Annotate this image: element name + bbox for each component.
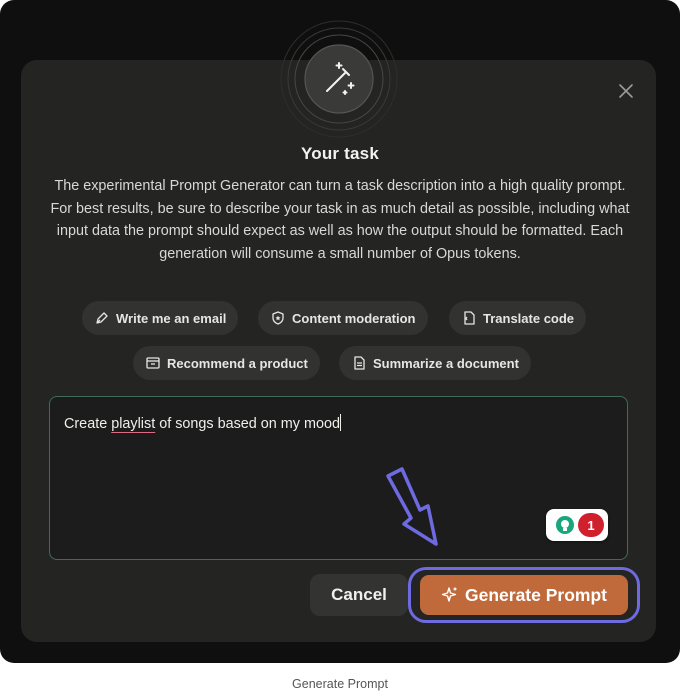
close-icon (619, 84, 633, 98)
grammarly-icon (556, 516, 574, 534)
code-file-icon (464, 311, 475, 325)
text-caret (340, 414, 341, 431)
magic-wand-icon (280, 20, 398, 138)
suggestion-label: Translate code (483, 310, 575, 326)
suggestion-recommend-product[interactable]: Recommend a product (133, 346, 320, 380)
dialog-title: Your task (300, 144, 379, 163)
suggestion-label: Recommend a product (167, 355, 308, 371)
shield-star-icon (272, 311, 284, 325)
suggestion-write-email[interactable]: Write me an email (82, 301, 239, 335)
suggestion-label: Write me an email (116, 310, 227, 326)
generate-prompt-button[interactable]: Generate Prompt (420, 575, 628, 615)
suggestion-summarize-document[interactable]: Summarize a document (339, 346, 531, 380)
dialog-description: The experimental Prompt Generator can tu… (50, 178, 630, 262)
figure-caption: Generate Prompt (292, 677, 388, 691)
generate-button-label: Generate Prompt (465, 584, 607, 605)
pen-icon (96, 312, 108, 324)
close-button[interactable] (613, 79, 639, 103)
cancel-button[interactable]: Cancel (310, 574, 408, 616)
suggestion-translate-code[interactable]: Translate code (449, 301, 587, 335)
task-description-input[interactable]: Create playlist of songs based on my moo… (49, 396, 628, 560)
suggestion-label: Content moderation (292, 310, 416, 326)
document-icon (354, 356, 365, 370)
sparkle-icon (441, 587, 457, 602)
grammarly-widget[interactable]: 1 (546, 509, 608, 541)
task-input-text: Create playlist of songs based on my moo… (64, 414, 341, 432)
misspelled-word[interactable]: playlist (111, 416, 155, 432)
task-text-after: of songs based on my mood (155, 416, 340, 432)
pointer-arrow-icon (386, 467, 438, 546)
screenshot-frame: Your task The experimental Prompt Genera… (0, 0, 680, 663)
task-text-before: Create (64, 416, 112, 432)
suggestion-label: Summarize a document (373, 355, 519, 371)
grammarly-issue-count: 1 (578, 513, 604, 537)
box-icon (146, 357, 160, 369)
suggestion-content-moderation[interactable]: Content moderation (258, 301, 428, 335)
